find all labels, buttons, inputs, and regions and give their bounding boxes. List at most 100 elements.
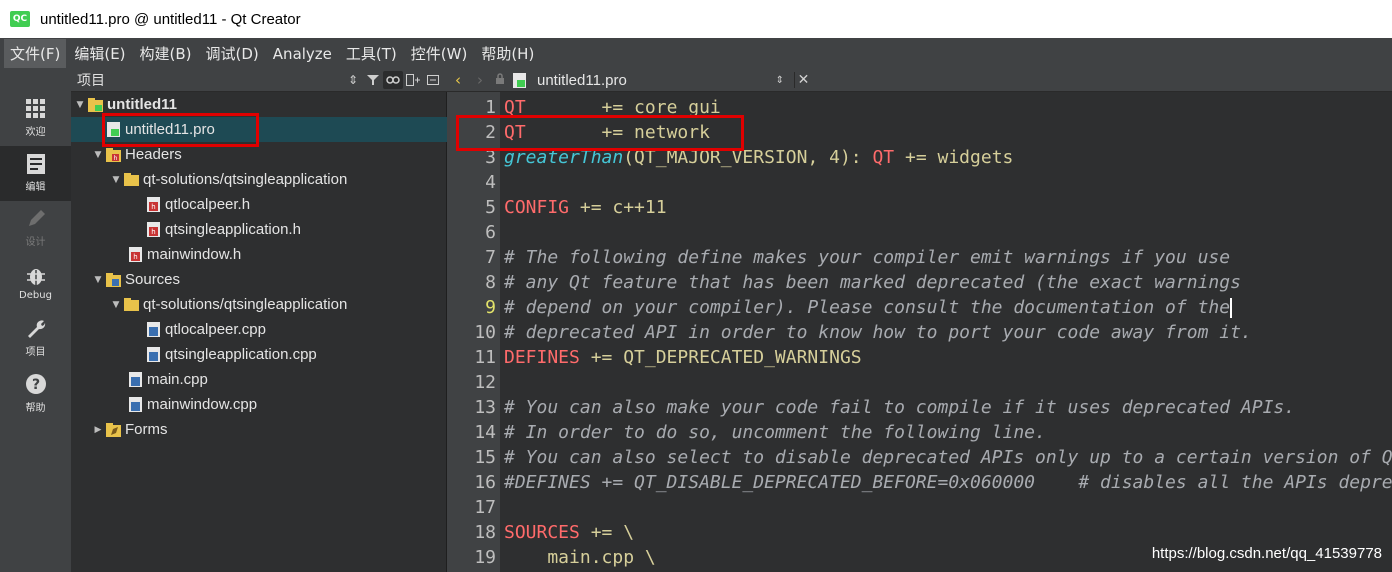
mode-projects[interactable]: 项目: [0, 311, 71, 366]
menu-analyze[interactable]: Analyze: [267, 41, 338, 67]
tree-item-label: main.cpp: [147, 371, 208, 388]
cpp-file-icon: [128, 397, 143, 412]
code-token: # any Qt feature that has been marked de…: [504, 272, 1241, 293]
mode-design[interactable]: 设计: [0, 201, 71, 256]
code-token: CONFIG: [504, 197, 570, 218]
line-number: 14: [474, 422, 496, 443]
project-tree: ▼ untitled11 untitled11.pro ▼ h Headers …: [71, 92, 447, 572]
folder-icon: [124, 172, 139, 187]
code-editor[interactable]: 1 2 3 4 5 6 7 8 9 10 11 12 13 14 15 16 17 18 19 QT += core…: [447, 92, 1392, 572]
menu-file[interactable]: 文件(F): [4, 39, 67, 68]
pro-file-icon: [512, 72, 527, 88]
filter-icon[interactable]: [363, 71, 383, 89]
svg-text:h: h: [133, 253, 137, 261]
view-dropdown-icon[interactable]: ⇕: [343, 71, 363, 89]
document-selector[interactable]: untitled11.pro ⇕: [509, 72, 794, 89]
line-number: 11: [474, 347, 496, 368]
line-number-gutter: 1 2 3 4 5 6 7 8 9 10 11 12 13 14 15 16 17 18 19: [447, 92, 500, 572]
mode-welcome[interactable]: 欢迎: [0, 91, 71, 146]
highlight-box-network-line: [456, 115, 744, 151]
code-token: # The following define makes your compil…: [504, 247, 1231, 268]
tree-item-label: untitled11: [107, 96, 178, 113]
menu-controls[interactable]: 控件(W): [405, 39, 474, 68]
expand-arrow-icon[interactable]: ▼: [75, 100, 85, 110]
expand-arrow-icon[interactable]: ▶: [93, 425, 103, 435]
menu-build[interactable]: 构建(B): [134, 39, 198, 68]
code-line: # In order to do so, uncomment the follo…: [504, 420, 1046, 445]
tree-item-qtlocalpeer-h[interactable]: h qtlocalpeer.h: [71, 192, 447, 217]
watermark: https://blog.csdn.net/qq_41539778: [1151, 545, 1382, 562]
mode-debug-label: Debug: [19, 290, 52, 301]
go-forward-button[interactable]: ›: [469, 71, 491, 89]
code-line: DEFINES += QT_DEPRECATED_WARNINGS: [504, 345, 862, 370]
tree-item-qtsingleapplication-h[interactable]: h qtsingleapplication.h: [71, 217, 447, 242]
code-line: # You can also select to disable depreca…: [504, 445, 1392, 470]
tree-item-qtsingleapplication-cpp[interactable]: qtsingleapplication.cpp: [71, 342, 447, 367]
go-back-button[interactable]: ‹: [447, 71, 469, 89]
debug-bug-icon: [26, 269, 45, 285]
code-line: CONFIG += c++11: [504, 195, 667, 220]
mode-help-label: 帮助: [25, 403, 46, 414]
project-wrench-icon: [27, 320, 45, 338]
text-cursor: [1230, 298, 1233, 318]
edit-document-icon: [26, 154, 45, 174]
line-number: 10: [474, 322, 496, 343]
link-icon[interactable]: [383, 71, 403, 89]
svg-text:h: h: [114, 155, 118, 162]
tree-item-source-subfolder[interactable]: ▼ qt-solutions/qtsingleapplication: [71, 292, 447, 317]
line-number: 7: [485, 247, 496, 268]
qt-project-icon: [88, 97, 103, 112]
tree-item-label: qtlocalpeer.h: [165, 196, 251, 213]
document-dropdown-icon[interactable]: ⇕: [776, 75, 784, 86]
menu-debug[interactable]: 调试(D): [200, 39, 265, 68]
header-file-icon: h: [128, 247, 143, 262]
folder-icon: [124, 297, 139, 312]
expand-arrow-icon[interactable]: ▼: [111, 300, 121, 310]
tree-item-mainwindow-cpp[interactable]: mainwindow.cpp: [71, 392, 447, 417]
menu-bar: 文件(F) 编辑(E) 构建(B) 调试(D) Analyze 工具(T) 控件…: [0, 38, 1392, 69]
split-icon[interactable]: [403, 71, 423, 89]
tree-item-qtlocalpeer-cpp[interactable]: qtlocalpeer.cpp: [71, 317, 447, 342]
tree-item-label: Sources: [125, 271, 181, 288]
cpp-file-icon: [128, 372, 143, 387]
code-token: += widgets: [894, 147, 1014, 168]
mode-help[interactable]: ? 帮助: [0, 366, 71, 421]
project-view-selector[interactable]: 项目: [77, 70, 105, 90]
tree-item-label: qt-solutions/qtsingleapplication: [143, 171, 348, 188]
code-token: QT: [872, 147, 895, 168]
expand-arrow-icon[interactable]: ▼: [93, 150, 103, 160]
mode-edit[interactable]: 编辑: [0, 146, 71, 201]
tree-item-main-cpp[interactable]: main.cpp: [71, 367, 447, 392]
tree-item-forms[interactable]: ▶ Forms: [71, 417, 447, 442]
menu-tools[interactable]: 工具(T): [340, 39, 403, 68]
tree-item-header-subfolder[interactable]: ▼ qt-solutions/qtsingleapplication: [71, 167, 447, 192]
tree-item-mainwindow-h[interactable]: h mainwindow.h: [71, 242, 447, 267]
line-number: 9: [485, 297, 496, 318]
highlight-box-pro-file: [102, 113, 259, 147]
line-number: 6: [485, 222, 496, 243]
line-number: 15: [474, 447, 496, 468]
project-pane-header: 项目 ⇕: [71, 69, 447, 92]
menu-edit[interactable]: 编辑(E): [68, 39, 131, 68]
forms-folder-icon: [106, 422, 121, 437]
mode-welcome-label: 欢迎: [25, 127, 46, 138]
expand-arrow-icon[interactable]: ▼: [93, 275, 103, 285]
welcome-grid-icon: [25, 99, 45, 118]
header-file-icon: h: [146, 197, 161, 212]
menu-help[interactable]: 帮助(H): [475, 39, 540, 68]
close-pane-icon[interactable]: [423, 71, 443, 89]
code-line: # You can also make your code fail to co…: [504, 395, 1295, 420]
svg-text:?: ?: [31, 377, 39, 393]
tree-item-label: mainwindow.cpp: [147, 396, 258, 413]
tree-item-sources[interactable]: ▼ Sources: [71, 267, 447, 292]
window-title: untitled11.pro @ untitled11 - Qt Creator: [40, 10, 301, 28]
code-line: # The following define makes your compil…: [504, 245, 1230, 270]
code-token: # You can also select to disable depreca…: [504, 447, 1392, 468]
tree-item-label: Headers: [125, 146, 182, 163]
line-number: 13: [474, 397, 496, 418]
svg-text:h: h: [151, 228, 155, 236]
mode-design-label: 设计: [25, 237, 46, 248]
close-document-icon[interactable]: ✕: [794, 72, 812, 88]
expand-arrow-icon[interactable]: ▼: [111, 175, 121, 185]
mode-debug[interactable]: Debug: [0, 256, 71, 311]
